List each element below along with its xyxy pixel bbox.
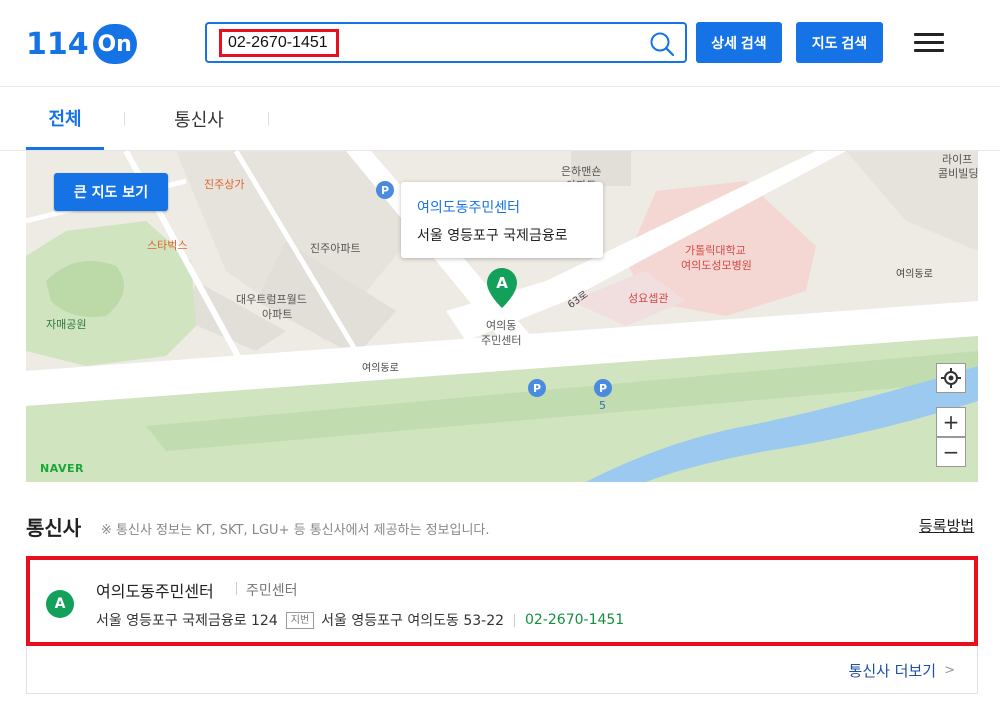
more-box: 통신사 더보기 > — [26, 646, 978, 694]
result-item[interactable]: A 여의도동주민센터 주민센터 서울 영등포구 국제금융로 124 지번 서울 … — [26, 556, 978, 646]
section-title: 통신사 — [26, 516, 82, 540]
map-label-center: 여의동 — [486, 319, 517, 332]
map-label-catholic-2: 여의도성모병원 — [681, 259, 752, 272]
search-icon[interactable] — [649, 31, 675, 57]
zoom-in-button[interactable]: + — [936, 407, 966, 437]
map-label-seongyo: 성요셉관 — [628, 292, 669, 305]
jibun-address: 서울 영등포구 여의도동 53-22 — [321, 613, 505, 629]
carrier-more-link[interactable]: 통신사 더보기 > — [849, 660, 955, 681]
result-address-row: 서울 영등포구 국제금융로 124 지번 서울 영등포구 여의도동 53-22 … — [96, 610, 624, 630]
search-box — [205, 22, 687, 63]
register-link[interactable]: 등록방법 — [919, 515, 974, 536]
road-address: 서울 영등포구 국제금융로 124 — [96, 613, 278, 629]
site-logo[interactable]: 114 On — [26, 24, 137, 64]
map-label-daewoo-apt-2: 아파트 — [262, 308, 293, 321]
popup-address: 서울 영등포구 국제금융로 — [417, 228, 568, 244]
tab-divider — [268, 112, 269, 126]
current-location-icon[interactable] — [936, 363, 966, 393]
section-note: ※ 통신사 정보는 KT, SKT, LGU+ 등 통신사에서 제공하는 정보입… — [101, 523, 490, 538]
chevron-right-icon: > — [944, 663, 955, 678]
map-label-road: 여의동로 — [362, 363, 399, 374]
result-name[interactable]: 여의도동주민센터 — [96, 578, 214, 602]
naver-logo: NAVER — [40, 462, 84, 475]
map-marker-letter: A — [496, 274, 508, 292]
map-search-button[interactable]: 지도 검색 — [796, 22, 883, 63]
map-marker-icon[interactable]: A — [486, 267, 518, 309]
logo-badge: On — [92, 24, 137, 64]
result-badge: A — [46, 590, 74, 618]
parking-icon: P — [594, 379, 612, 397]
more-label: 통신사 더보기 — [848, 662, 937, 680]
header: 114 On 상세 검색 지도 검색 — [0, 0, 1000, 87]
map-label-life-2: 콤비빌딩 — [938, 167, 978, 180]
svg-text:P: P — [533, 382, 541, 395]
parking-icon: P — [376, 181, 394, 199]
zoom-out-button[interactable]: − — [936, 437, 966, 467]
detail-search-button[interactable]: 상세 검색 — [696, 22, 782, 63]
map-label-jinju-apt: 진주아파트 — [310, 242, 361, 255]
hamburger-menu-icon[interactable] — [914, 33, 944, 53]
map-label-center-2: 주민센터 — [481, 334, 522, 347]
map-label-catholic: 가톨릭대학교 — [685, 244, 746, 257]
tab-divider — [124, 112, 125, 126]
map-label-daewoo-apt: 대우트럼프월드 — [236, 293, 307, 306]
divider — [514, 613, 516, 627]
parking-icon: P — [528, 379, 546, 397]
map-label-jinju-market: 진주상가 — [204, 178, 245, 191]
place-popup[interactable]: 여의도동주민센터 서울 영등포구 국제금융로 — [401, 182, 603, 258]
map-label-road-2: 여의동로 — [896, 269, 933, 280]
popup-place-name[interactable]: 여의도동주민센터 — [417, 197, 587, 217]
search-input[interactable] — [219, 29, 339, 57]
tab-all[interactable]: 전체 — [26, 88, 104, 150]
svg-text:P: P — [599, 382, 607, 395]
phone-number[interactable]: 02-2670-1451 — [525, 612, 624, 628]
logo-number: 114 — [26, 26, 89, 62]
divider — [236, 582, 237, 595]
jibun-tag: 지번 — [285, 611, 315, 629]
map-label-starbucks: 스타벅스 — [147, 239, 188, 252]
tab-carrier[interactable]: 통신사 — [140, 88, 258, 150]
big-map-button[interactable]: 큰 지도 보기 — [54, 173, 168, 211]
map-label-jamae-park: 자매공원 — [46, 318, 87, 331]
svg-text:P: P — [381, 184, 389, 197]
map-view[interactable]: 큰 지도 보기 진주상가 스타벅스 진주아파트 대우트럼프월드 아파트 자매공원… — [26, 151, 978, 482]
result-category: 주민센터 — [246, 583, 298, 599]
tab-bar: 전체 통신사 — [0, 88, 1000, 151]
map-label-parking-number: 5 — [599, 399, 606, 412]
